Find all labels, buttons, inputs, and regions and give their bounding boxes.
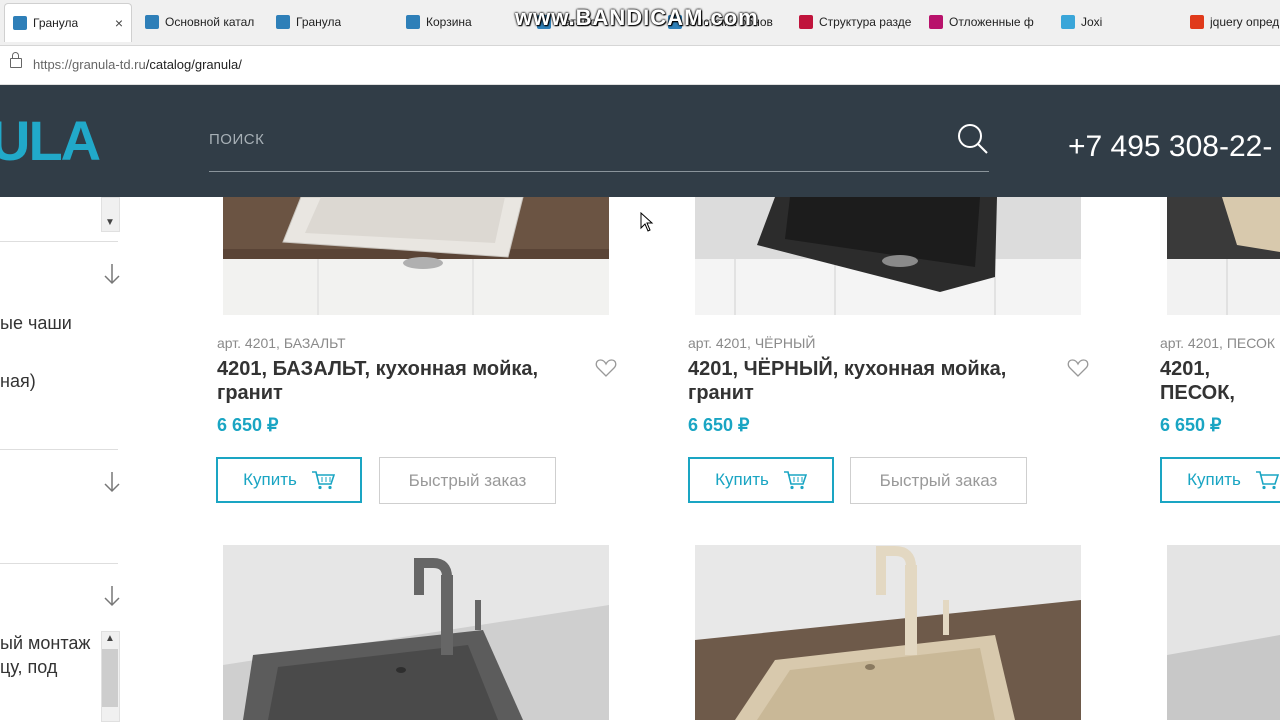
- tab-label: Гранула: [33, 16, 79, 30]
- search-icon[interactable]: [957, 123, 989, 155]
- chevron-up-icon: ▲: [105, 633, 115, 644]
- product-price: 6 650 ₽: [217, 415, 279, 435]
- buy-button-label: Купить: [715, 470, 769, 489]
- scroll-thumb[interactable]: [102, 649, 118, 707]
- heart-icon[interactable]: [595, 358, 617, 378]
- sink-sand-image: [1167, 197, 1280, 315]
- tab-label: Joxi: [1081, 15, 1103, 29]
- browser-tab-deferred[interactable]: Отложенные ф: [929, 4, 1041, 40]
- tab-label: Гранула: [296, 15, 342, 29]
- shield-favicon-icon: [13, 16, 27, 30]
- shield-favicon-icon: [276, 15, 290, 29]
- url-field[interactable]: https://granula-td.ru/catalog/granula/: [33, 57, 242, 72]
- buy-button-label: Купить: [243, 470, 297, 489]
- tab-label: jquery опред: [1210, 15, 1280, 29]
- product-name[interactable]: 4201, ПЕСОК, кухонная мойка, гранит: [1160, 357, 1280, 405]
- search-input[interactable]: ПОИСК: [209, 131, 264, 148]
- tab-label: Основной катал: [165, 15, 255, 29]
- arrow-down-icon[interactable]: [102, 263, 122, 285]
- bandicam-watermark: www.BANDICAM.com: [515, 5, 759, 30]
- sink-partial-image: [1167, 545, 1280, 720]
- sink-black-image: [695, 197, 1081, 315]
- product-image-sand[interactable]: [1167, 197, 1280, 315]
- buy-button[interactable]: Купить: [688, 457, 834, 503]
- cart-icon: [1255, 471, 1279, 490]
- product-image-grey-with-tap[interactable]: [223, 545, 609, 720]
- filter-option-text[interactable]: ые чаши: [0, 313, 72, 334]
- divider: [0, 563, 118, 564]
- url-path: /catalog/granula/: [145, 57, 242, 72]
- close-tab-icon[interactable]: ×: [115, 15, 123, 31]
- lock-icon: [10, 52, 22, 68]
- n-favicon-icon: [929, 15, 943, 29]
- yandex-favicon-icon: [1190, 15, 1204, 29]
- sink-grey-image: [223, 545, 609, 720]
- browser-tab-granula-2[interactable]: Гранула: [276, 4, 386, 40]
- mouse-cursor-icon: [640, 212, 654, 232]
- browser-tab-joxi[interactable]: Joxi: [1061, 4, 1171, 40]
- search-bar[interactable]: ПОИСК: [209, 113, 989, 172]
- product-name[interactable]: 4201, ЧЁРНЫЙ, кухонная мойка, гранит: [688, 357, 1068, 405]
- address-bar[interactable]: https://granula-td.ru/catalog/granula/: [0, 46, 1280, 85]
- browser-tab-bar: Гранула × Основной катал Гранула Корзина…: [0, 0, 1280, 46]
- filter-option-text[interactable]: цу, под: [0, 657, 57, 678]
- site-logo[interactable]: ULA: [0, 113, 101, 169]
- sink-beige-image: [695, 545, 1081, 720]
- buy-button[interactable]: Купить: [216, 457, 362, 503]
- filter-sidebar: ▼ ые чаши ная) ый монтаж цу, под ▲: [0, 197, 122, 722]
- product-article: арт. 4201, ЧЁРНЫЙ: [688, 335, 816, 351]
- cart-icon: [311, 471, 335, 490]
- browser-tab-jquery[interactable]: jquery опред: [1190, 4, 1280, 40]
- product-price: 6 650 ₽: [1160, 415, 1222, 435]
- chevron-down-icon: ▼: [105, 217, 115, 228]
- browser-tab-structure[interactable]: Структура разде: [799, 4, 911, 40]
- product-image-beige-with-tap[interactable]: [695, 545, 1081, 720]
- url-host: https://granula-td.ru: [33, 57, 146, 72]
- shield-favicon-icon: [406, 15, 420, 29]
- browser-tab-catalog-main[interactable]: Основной катал: [145, 4, 257, 40]
- arrow-down-icon[interactable]: [102, 585, 122, 607]
- product-image-basalt[interactable]: [223, 197, 609, 315]
- product-name[interactable]: 4201, БАЗАЛЬТ, кухонная мойка, гранит: [217, 357, 597, 405]
- product-price: 6 650 ₽: [688, 415, 750, 435]
- browser-tab-granula[interactable]: Гранула ×: [4, 3, 132, 42]
- arrow-down-icon[interactable]: [102, 471, 122, 493]
- sink-basalt-image: [223, 197, 609, 315]
- cart-icon: [783, 471, 807, 490]
- divider: [0, 449, 118, 450]
- heart-icon[interactable]: [1067, 358, 1089, 378]
- header-phone[interactable]: +7 495 308-22-: [1068, 130, 1272, 164]
- quick-order-button[interactable]: Быстрый заказ: [379, 457, 556, 504]
- filter-option-text[interactable]: ная): [0, 371, 36, 392]
- browser-tab-cart[interactable]: Корзина: [406, 4, 516, 40]
- product-image-partial[interactable]: [1167, 545, 1280, 720]
- joxi-favicon-icon: [1061, 15, 1075, 29]
- tab-label: Отложенные ф: [949, 15, 1034, 29]
- product-article: арт. 4201, БАЗАЛЬТ: [217, 335, 346, 351]
- divider: [0, 241, 118, 242]
- quick-order-button[interactable]: Быстрый заказ: [850, 457, 1027, 504]
- buy-button-clip: Купить: [1160, 457, 1280, 504]
- product-image-black[interactable]: [695, 197, 1081, 315]
- red-circle-favicon-icon: [799, 15, 813, 29]
- shield-favicon-icon: [145, 15, 159, 29]
- buy-button-label: Купить: [1187, 470, 1241, 489]
- tab-label: Корзина: [426, 15, 472, 29]
- tab-label: Структура разде: [819, 15, 911, 29]
- filter-option-text[interactable]: ый монтаж: [0, 633, 90, 654]
- product-article: арт. 4201, ПЕСОК: [1160, 335, 1276, 351]
- buy-button[interactable]: Купить: [1160, 457, 1280, 503]
